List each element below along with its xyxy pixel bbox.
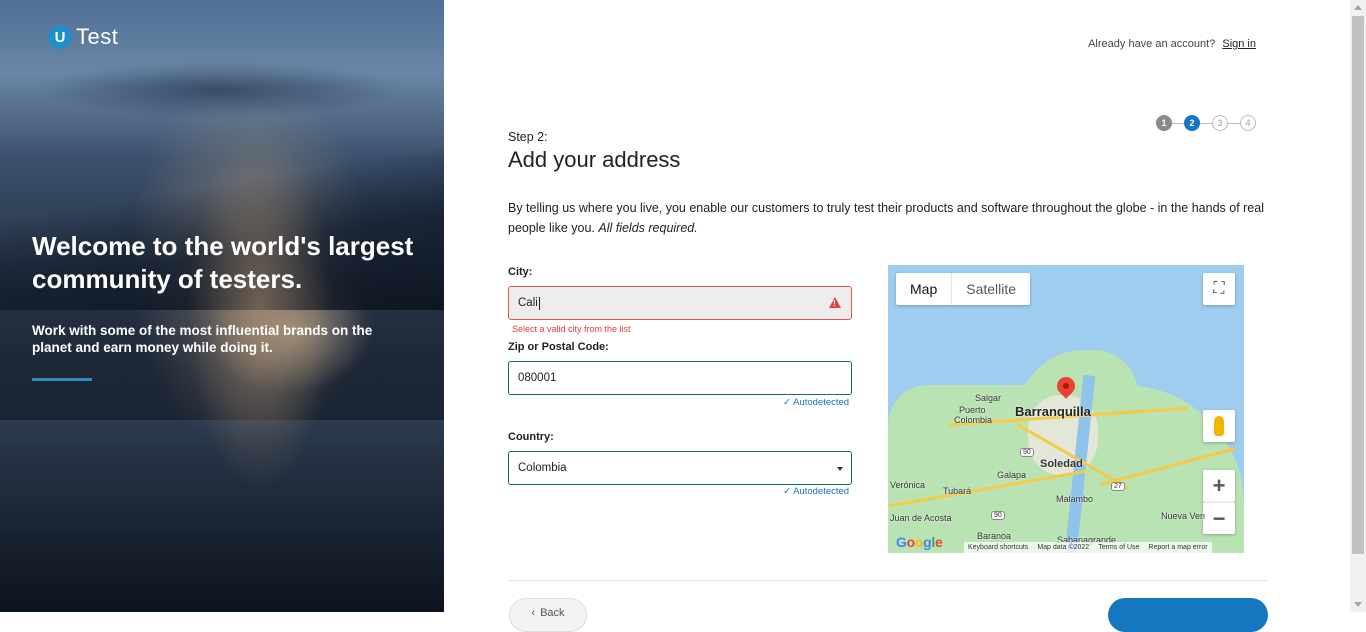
back-button[interactable]: ‹ Back xyxy=(509,598,587,632)
intro-required: All fields required. xyxy=(598,221,698,235)
utest-logo[interactable]: U Test xyxy=(48,24,118,50)
check-icon: ✓ xyxy=(783,486,791,497)
country-label: Country: xyxy=(508,431,554,443)
scroll-down-arrow-icon[interactable] xyxy=(1354,602,1362,607)
logo-badge: U xyxy=(48,25,72,49)
zip-status-text: Autodetected xyxy=(793,397,850,408)
zip-value: 080001 xyxy=(518,372,557,384)
hero-title: Welcome to the world's largest community… xyxy=(32,231,414,294)
keyboard-shortcuts-link[interactable]: Keyboard shortcuts xyxy=(968,544,1028,551)
map-tab-satellite[interactable]: Satellite xyxy=(952,273,1030,305)
location-map[interactable]: Map Satellite ⛶ + − Barranquilla Soledad… xyxy=(888,265,1244,553)
zip-autodetected: ✓ Autodetected xyxy=(783,397,849,408)
map-label-tubara: Tubará xyxy=(943,486,972,496)
country-select[interactable]: Colombia xyxy=(508,451,852,485)
map-label-puerto: Puerto xyxy=(959,405,986,415)
step-2: 2 xyxy=(1184,115,1200,131)
country-value: Colombia xyxy=(518,462,567,474)
map-label-galapa: Galapa xyxy=(997,470,1027,480)
sign-in-link[interactable]: Sign in xyxy=(1222,38,1256,50)
city-label: City: xyxy=(508,266,533,278)
terms-of-use-link[interactable]: Terms of Use xyxy=(1098,544,1139,551)
zip-label: Zip or Postal Code: xyxy=(508,341,609,353)
step-4: 4 xyxy=(1240,115,1256,131)
map-label-colombia: Colombia xyxy=(954,415,993,425)
account-prompt-text: Already have an account? xyxy=(1088,38,1216,50)
map-label-baranoa: Baranoa xyxy=(977,531,1012,541)
country-status-text: Autodetected xyxy=(793,486,850,497)
hero-divider xyxy=(32,378,92,381)
back-label: Back xyxy=(540,607,565,619)
hero-panel: U Test Welcome to the world's largest co… xyxy=(0,0,444,612)
account-prompt: Already have an account? Sign in xyxy=(1088,38,1256,50)
map-label-salgar: Salgar xyxy=(975,393,1002,403)
back-arrow-icon: ‹ xyxy=(531,607,536,619)
report-map-error-link[interactable]: Report a map error xyxy=(1148,544,1207,551)
map-label-juan-de-acosta: Juan de Acosta xyxy=(890,513,952,523)
step-connector xyxy=(1200,122,1212,124)
next-button[interactable] xyxy=(1108,598,1268,632)
zoom-out-button[interactable]: − xyxy=(1203,502,1235,534)
google-logo[interactable]: Google xyxy=(896,534,943,550)
footer-divider xyxy=(508,580,1268,581)
progress-stepper: 1 2 3 4 xyxy=(1156,115,1256,131)
route-shield: 90 xyxy=(991,511,1005,520)
step-label: Step 2: xyxy=(508,130,548,144)
map-type-tabs: Map Satellite xyxy=(896,273,1031,305)
map-label-nueva-venecia: Nueva Ven xyxy=(1161,511,1206,521)
fullscreen-icon[interactable]: ⛶ xyxy=(1203,273,1235,305)
page-title: Add your address xyxy=(508,147,681,172)
step-1: 1 xyxy=(1156,115,1172,131)
logo-text: Test xyxy=(76,24,119,49)
map-label-soledad: Soledad xyxy=(1040,458,1083,470)
zoom-in-button[interactable]: + xyxy=(1203,470,1235,502)
intro-text: By telling us where you live, you enable… xyxy=(508,198,1268,238)
route-shield: 90 xyxy=(1020,448,1034,457)
city-input[interactable]: Cali xyxy=(508,286,852,320)
check-icon: ✓ xyxy=(783,397,791,408)
step-connector xyxy=(1172,122,1184,124)
scroll-thumb[interactable] xyxy=(1352,16,1364,554)
warning-icon xyxy=(829,297,841,308)
hero-subtitle: Work with some of the most influential b… xyxy=(32,323,373,355)
map-tab-map[interactable]: Map xyxy=(896,273,953,305)
scroll-up-arrow-icon[interactable] xyxy=(1354,5,1362,10)
map-attribution: Keyboard shortcuts Map data ©2022 Terms … xyxy=(964,542,1212,553)
page-scrollbar[interactable] xyxy=(1350,0,1366,612)
chevron-down-icon xyxy=(837,467,843,471)
map-data-text: Map data ©2022 xyxy=(1037,544,1090,551)
city-error-message: Select a valid city from the list xyxy=(512,324,631,334)
map-label-veronica: Verónica xyxy=(890,480,926,490)
route-shield: 27 xyxy=(1111,482,1125,491)
map-label-malambo: Malambo xyxy=(1056,494,1094,504)
step-3: 3 xyxy=(1212,115,1228,131)
map-label-barranquilla: Barranquilla xyxy=(1015,404,1091,419)
country-autodetected: ✓ Autodetected xyxy=(783,486,849,497)
step-connector xyxy=(1228,122,1240,124)
street-view-pegman-icon[interactable] xyxy=(1203,410,1235,442)
zip-input[interactable]: 080001 xyxy=(508,361,852,395)
city-value: Cali xyxy=(518,297,538,309)
